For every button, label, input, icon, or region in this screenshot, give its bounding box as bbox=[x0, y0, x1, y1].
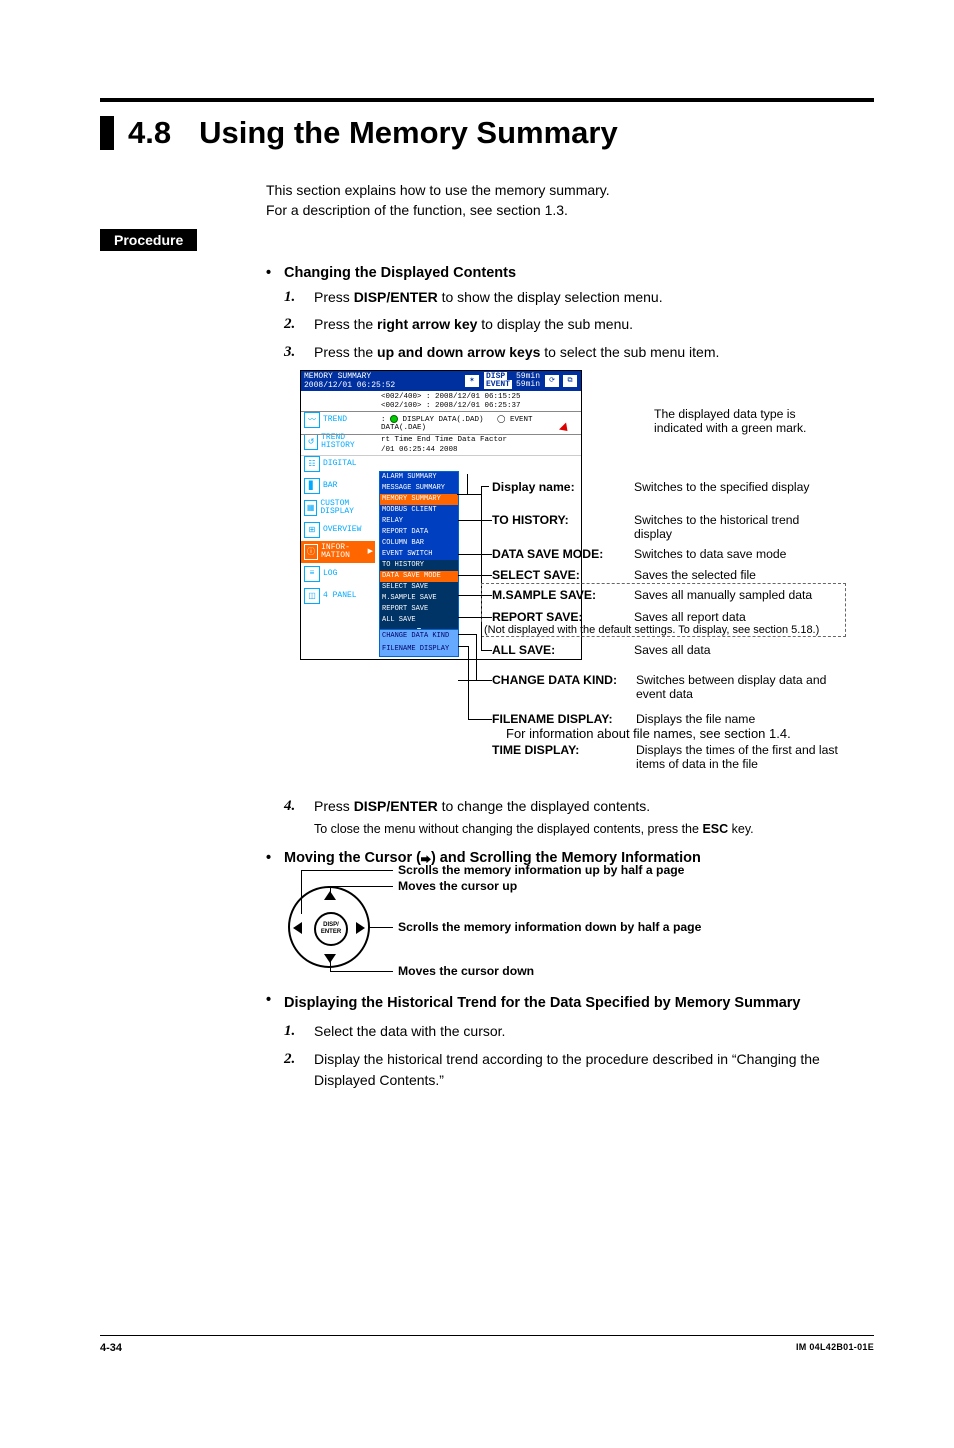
legend-time-display: TIME DISPLAY: bbox=[492, 743, 579, 757]
step-number: 2. bbox=[284, 1049, 314, 1090]
step-number: 4. bbox=[284, 796, 314, 838]
nav-label-down-half: Scrolls the memory information down by h… bbox=[398, 920, 701, 934]
screen-row: /01 06:25:44 2008 bbox=[301, 445, 581, 456]
note-data-type: The displayed data type is indicated wit… bbox=[654, 407, 806, 435]
legend-report-save-note: (Not displayed with the default settings… bbox=[484, 623, 819, 637]
legend-data-save: DATA SAVE MODE: bbox=[492, 547, 603, 561]
submenu-popup-2: CHANGE DATA KIND FILENAME DISPLAY bbox=[379, 629, 459, 657]
procedure-tab: Procedure bbox=[100, 229, 197, 251]
bullet-icon: • bbox=[266, 992, 284, 1015]
legend-to-history: TO HISTORY: bbox=[492, 513, 569, 527]
sidebar-item-active: ⓘINFOR- MATION▶ bbox=[301, 541, 375, 563]
nav-label-cursor-up: Moves the cursor up bbox=[398, 879, 517, 893]
subheading-changing: Changing the Displayed Contents bbox=[284, 265, 516, 281]
sidebar-item: ≡LOG▶ bbox=[301, 563, 375, 585]
page-number: 4-34 bbox=[100, 1342, 122, 1354]
sidebar-item: ◫4 PANEL▶ bbox=[301, 585, 375, 607]
step-body: Press DISP/ENTER to change the displayed… bbox=[314, 796, 866, 838]
legend-filename-note: For information about file names, see se… bbox=[506, 727, 791, 741]
step-body: Press DISP/ENTER to show the display sel… bbox=[314, 287, 866, 309]
legend-time-display-desc: Displays the times of the first and last… bbox=[636, 743, 846, 771]
step-number: 1. bbox=[284, 1021, 314, 1043]
sidebar-item: ▋BAR▶ bbox=[301, 475, 375, 497]
green-mark-icon bbox=[390, 415, 398, 423]
doc-id: IM 04L42B01-01E bbox=[796, 1342, 874, 1354]
legend-data-save-desc: Switches to data save mode bbox=[634, 547, 786, 561]
legend-filename-display-desc: Displays the file name bbox=[636, 712, 755, 726]
screen-header: <002/400> : 2008/12/01 06:15:25 <002/100… bbox=[301, 391, 581, 412]
screen-columns: rt Time End Time Data Factor bbox=[301, 435, 581, 445]
sidebar-item: ▦CUSTOM DISPLAY▶ bbox=[301, 497, 375, 519]
step-number: 1. bbox=[284, 287, 314, 309]
section-number: 4.8 bbox=[128, 116, 171, 150]
bullet-icon: • bbox=[266, 265, 284, 281]
navkey-figure: DISP/ ENTER Scrolls the memory informati… bbox=[286, 872, 866, 982]
chevron-left-icon bbox=[293, 922, 302, 934]
legend-report-save-desc: Saves all report data bbox=[634, 610, 746, 624]
legend-msample-save-desc: Saves all manually sampled data bbox=[634, 588, 812, 602]
step-body: Select the data with the cursor. bbox=[314, 1021, 866, 1043]
legend-display-name-desc: Switches to the specified display bbox=[634, 480, 834, 494]
step-body: Display the historical trend according t… bbox=[314, 1049, 866, 1090]
right-arrow-icon bbox=[421, 855, 431, 863]
legend-select-save-desc: Saves the selected file bbox=[634, 568, 756, 582]
nav-label-cursor-down: Moves the cursor down bbox=[398, 964, 534, 978]
legend-to-history-desc: Switches to the historical trend display bbox=[634, 513, 834, 541]
nav-label-up-half: Scrolls the memory information up by hal… bbox=[398, 863, 684, 877]
legend-all-save-desc: Saves all data bbox=[634, 643, 711, 657]
intro-line-2: For a description of the function, see s… bbox=[266, 200, 954, 220]
bullet-icon: • bbox=[266, 850, 284, 866]
step-body: Press the up and down arrow keys to sele… bbox=[314, 342, 866, 364]
screen-radio-row: : DISPLAY DATA(.DAD) ◯ EVENT DATA(.DAE) bbox=[301, 412, 581, 435]
refresh-icon: ⟳ bbox=[544, 374, 560, 388]
sidebar-item: ☷DIGITAL▶ bbox=[301, 453, 375, 475]
legend-display-name: Display name: bbox=[492, 480, 575, 494]
graph-icon: ✶ bbox=[464, 374, 480, 388]
submenu-popup: ALARM SUMMARY MESSAGE SUMMARY MEMORY SUM… bbox=[379, 471, 459, 638]
section-marker bbox=[100, 116, 114, 150]
section-title: Using the Memory Summary bbox=[199, 116, 618, 150]
legend-all-save: ALL SAVE: bbox=[492, 643, 555, 657]
screen-titlebar: MEMORY SUMMARY 2008/12/01 06:25:52 ✶ DIS… bbox=[301, 371, 581, 391]
step-number: 3. bbox=[284, 342, 314, 364]
legend-msample-save: M.SAMPLE SAVE: bbox=[492, 588, 596, 602]
legend-filename-display: FILENAME DISPLAY: bbox=[492, 712, 613, 726]
legend-report-save: REPORT SAVE: bbox=[492, 610, 583, 624]
sidebar-item: ⊞OVERVIEW bbox=[301, 519, 375, 541]
step-number: 2. bbox=[284, 314, 314, 336]
chevron-right-icon bbox=[356, 922, 365, 934]
subheading-historical-trend: Displaying the Historical Trend for the … bbox=[284, 992, 801, 1015]
step-body: Press the right arrow key to display the… bbox=[314, 314, 866, 336]
legend-change-data-kind: CHANGE DATA KIND: bbox=[492, 673, 617, 687]
legend-change-data-kind-desc: Switches between display data and event … bbox=[636, 673, 846, 701]
legend-select-save: SELECT SAVE: bbox=[492, 568, 580, 582]
memory-summary-figure: MEMORY SUMMARY 2008/12/01 06:25:52 ✶ DIS… bbox=[284, 370, 844, 792]
disk-icon: ⧉ bbox=[562, 374, 578, 388]
intro-line-1: This section explains how to use the mem… bbox=[266, 180, 954, 200]
